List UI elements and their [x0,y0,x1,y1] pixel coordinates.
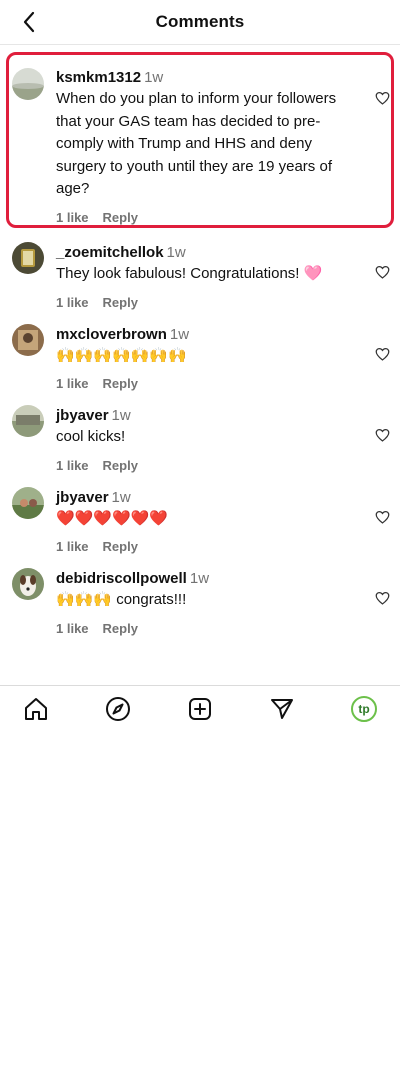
comment-text: 🙌🙌🙌🙌🙌🙌🙌 [56,346,187,364]
tab-explore[interactable] [104,695,132,723]
heart-icon [375,91,389,105]
heart-icon [375,347,389,361]
tab-create[interactable] [186,695,214,723]
comment-item: mxcloverbrown 1w 🙌🙌🙌🙌🙌🙌🙌 1 like Reply [0,310,400,391]
home-icon [25,698,47,720]
tab-home[interactable] [22,695,50,723]
comment-text: ❤️❤️❤️❤️❤️❤️ [56,509,169,527]
username-link[interactable]: debidriscollpowell [56,570,187,587]
avatar[interactable] [12,68,44,100]
like-count[interactable]: 1 like [56,376,89,391]
heart-icon [375,591,389,605]
create-icon [189,698,211,720]
avatar[interactable] [12,568,44,600]
tab-profile[interactable]: tp [350,695,378,723]
avatar[interactable] [12,242,44,274]
comment-actions: 1 like Reply [56,376,360,391]
comment-meta: _zoemitchellok 1w [56,243,360,263]
comment-meta: debidriscollpowell 1w [56,569,360,589]
comment-list: ksmkm1312 1w When do you plan to inform y… [0,44,400,636]
page-title: Comments [155,12,245,31]
comment-time: 1w [169,325,190,343]
reply-button[interactable]: Reply [103,458,138,473]
comment-time: 1w [144,69,164,86]
comment-item: jbyaver 1w cool kicks! 1 like Reply [0,391,400,473]
username-link[interactable]: jbyaver [56,407,109,424]
comment-text: When do you plan to inform your follower… [56,90,337,197]
like-count[interactable]: 1 like [56,621,89,636]
like-button[interactable] [374,509,390,525]
comment-meta: ksmkm1312 1w [56,68,360,88]
heart-icon [375,510,389,524]
comment-text: cool kicks! [56,428,126,445]
comment-actions: 1 like Reply [56,458,360,473]
like-button[interactable] [374,346,390,362]
profile-avatar: tp [351,696,377,722]
reply-button[interactable]: Reply [103,210,138,225]
top-bar: Comments [0,0,400,45]
like-button[interactable] [374,90,390,106]
heart-icon [375,265,389,279]
comment-meta: jbyaver 1w [56,488,360,508]
like-button[interactable] [374,427,390,443]
tab-direct[interactable] [268,695,296,723]
reply-button[interactable]: Reply [103,295,138,310]
avatar[interactable] [12,486,44,519]
reply-button[interactable]: Reply [103,376,138,391]
bottom-tab-bar: tp [0,685,400,732]
avatar-image [12,242,44,274]
direct-message-icon [271,699,293,719]
like-count[interactable]: 1 like [56,458,89,473]
comment-meta: jbyaver 1w [56,406,360,426]
username-link[interactable]: jbyaver [56,489,109,506]
comment-time: 1w [111,407,131,424]
comment-actions: 1 like Reply [56,539,360,554]
reply-button[interactable]: Reply [103,621,138,636]
heart-icon [375,428,389,442]
comment-time: 1w [111,488,131,506]
comment-text: 🙌🙌🙌 congrats!!! [56,591,187,608]
username-link[interactable]: ksmkm1312 [56,69,141,86]
like-button[interactable] [374,264,390,280]
comment-time: 1w [189,570,210,587]
avatar-image [12,323,44,356]
like-count[interactable]: 1 like [56,210,89,225]
like-count[interactable]: 1 like [56,295,89,310]
avatar[interactable] [12,405,44,437]
comment-item: jbyaver 1w ❤️❤️❤️❤️❤️❤️ 1 like Reply [0,473,400,554]
comment-text: They look fabulous! Congratulations! 🩷 [56,265,323,282]
avatar-image [12,568,44,600]
comment-time: 1w [166,244,186,261]
like-count[interactable]: 1 like [56,539,89,554]
avatar-image [12,486,44,519]
comment-actions: 1 like Reply [56,295,360,310]
explore-icon [106,697,130,721]
avatar-image [12,68,44,100]
comment-actions: 1 like Reply [56,621,360,636]
username-link[interactable]: mxcloverbrown [56,326,167,343]
comment-item: ksmkm1312 1w When do you plan to inform y… [0,52,400,228]
avatar-image [12,405,44,437]
comment-item: debidriscollpowell 1w 🙌🙌🙌 congrats!!! 1 l… [0,554,400,636]
comment-actions: 1 like Reply [56,210,360,225]
comment-item: _zoemitchellok 1w They look fabulous! Con… [0,228,400,310]
reply-button[interactable]: Reply [103,539,138,554]
username-link[interactable]: _zoemitchellok [56,244,164,261]
like-button[interactable] [374,590,390,606]
avatar[interactable] [12,323,44,356]
comment-meta: mxcloverbrown 1w [56,325,360,345]
